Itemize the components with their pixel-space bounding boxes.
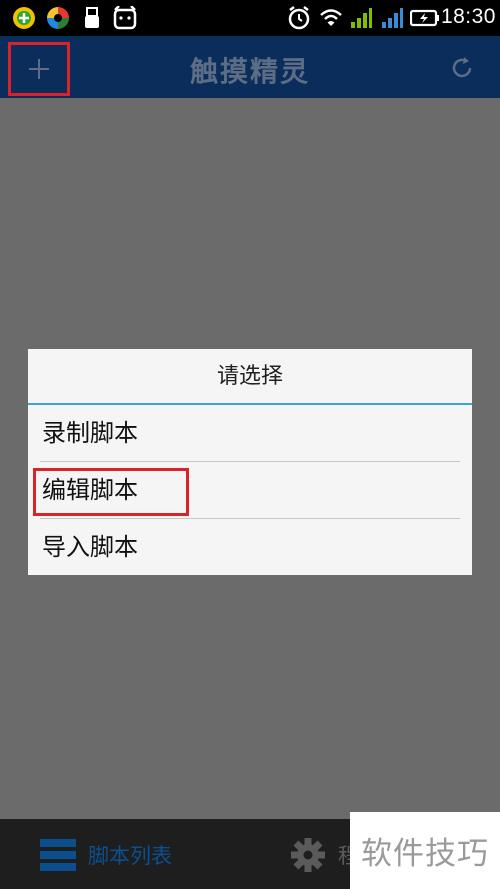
app-multicolor-icon bbox=[47, 7, 69, 29]
notification-face-icon bbox=[113, 6, 137, 30]
battery-charging-icon bbox=[410, 9, 439, 27]
app-green-icon bbox=[13, 7, 35, 29]
clock-time: 18:30 bbox=[440, 5, 496, 28]
dialog-title: 请选择 bbox=[28, 349, 472, 405]
dialog-item-import-script[interactable]: 导入脚本 bbox=[28, 519, 472, 576]
list-icon bbox=[40, 839, 76, 871]
wifi-icon bbox=[320, 9, 342, 26]
alarm-icon bbox=[288, 6, 310, 30]
gear-icon bbox=[291, 838, 325, 872]
dialog-item-edit-script[interactable]: 编辑脚本 bbox=[28, 462, 472, 519]
tab-label: 脚本列表 bbox=[88, 844, 172, 868]
tab-settings[interactable]: 程 bbox=[290, 835, 359, 875]
usb-icon bbox=[85, 7, 99, 28]
dialog-item-label: 导入脚本 bbox=[42, 533, 138, 561]
choose-dialog: 请选择 录制脚本 编辑脚本 导入脚本 bbox=[28, 349, 472, 575]
signal-icon-2 bbox=[382, 8, 403, 28]
dialog-item-record-script[interactable]: 录制脚本 bbox=[28, 405, 472, 462]
status-bar: 18:30 bbox=[0, 0, 500, 36]
app-title: 触摸精灵 bbox=[189, 55, 310, 88]
dialog-item-label: 录制脚本 bbox=[42, 419, 138, 447]
highlight-box bbox=[33, 468, 189, 516]
watermark: 软件技巧 bbox=[350, 812, 500, 889]
refresh-icon[interactable] bbox=[448, 54, 476, 82]
signal-icon bbox=[351, 8, 372, 28]
tab-script-list[interactable]: 脚本列表 bbox=[40, 835, 172, 875]
app-bar: 触摸精灵 bbox=[0, 36, 500, 98]
